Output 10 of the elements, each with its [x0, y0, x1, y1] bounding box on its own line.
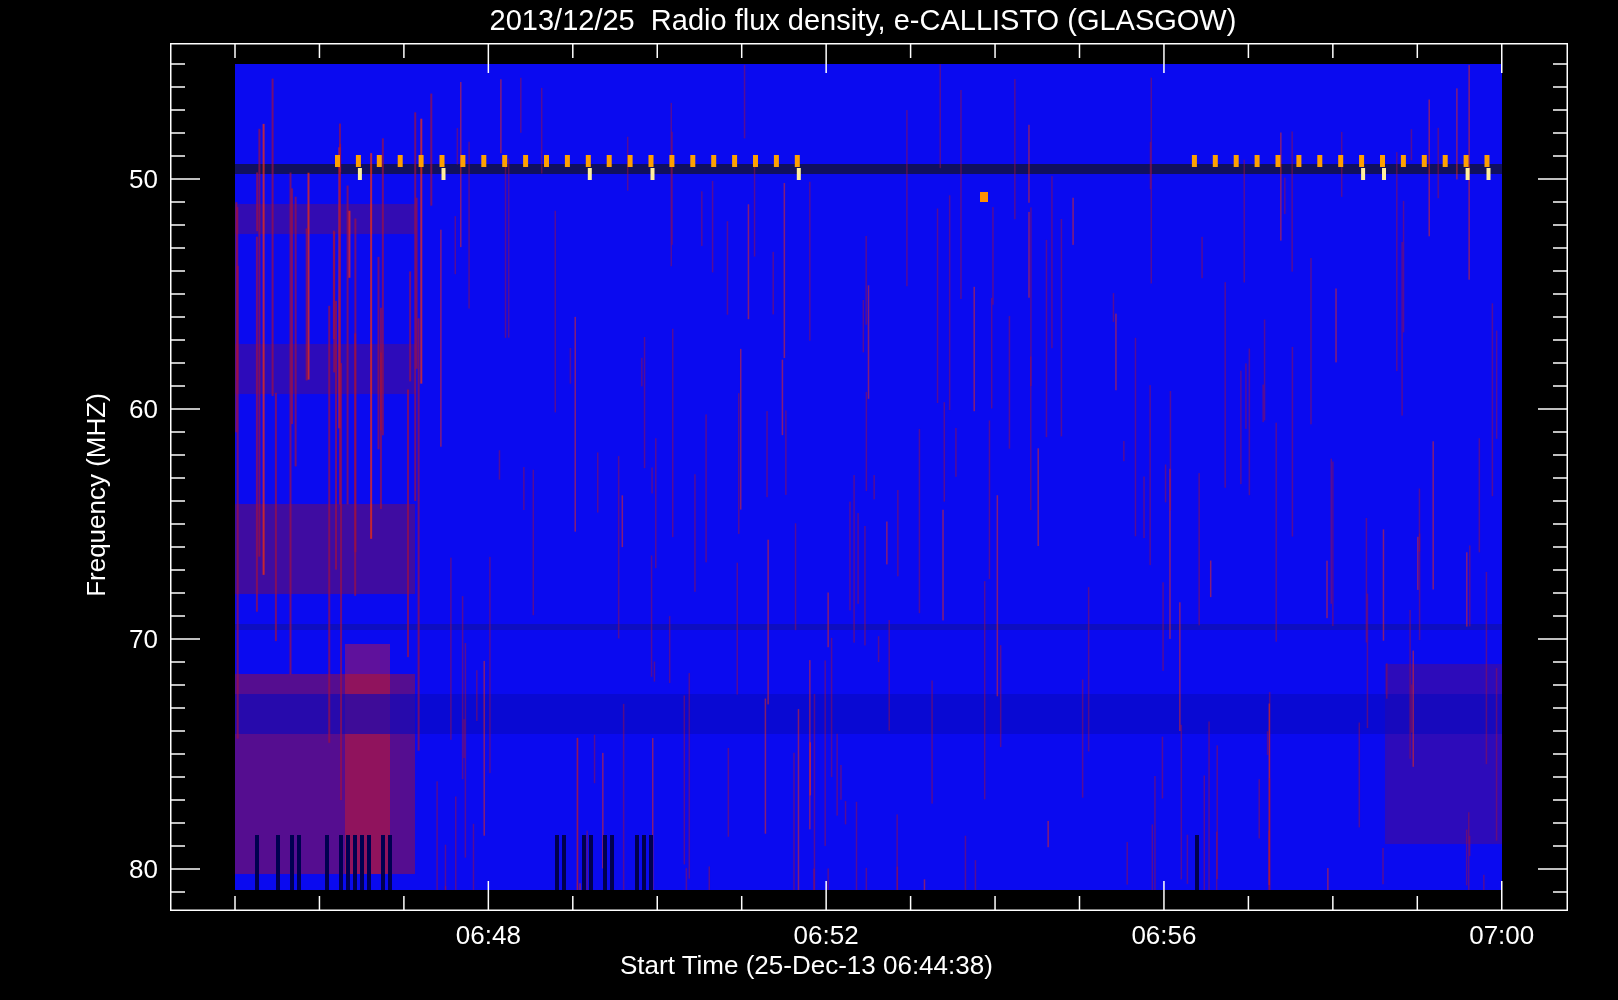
chart-title: 2013/12/25 Radio flux density, e-CALLISTO (GLASGOW) [489, 3, 1237, 38]
y-tick-label: 50 [128, 164, 158, 194]
x-axis-label: Start Time (25-Dec-13 06:44:38) [620, 950, 993, 980]
x-tick-label: 06:56 [1130, 920, 1198, 950]
y-axis-label: Frequency (MHZ) [80, 393, 111, 597]
x-tick-label: 06:52 [792, 920, 860, 950]
y-tick-label: 80 [128, 854, 158, 884]
x-tick-label: 07:00 [1468, 920, 1536, 950]
x-tick-label: 06:48 [454, 920, 522, 950]
y-tick-label: 70 [128, 624, 158, 654]
